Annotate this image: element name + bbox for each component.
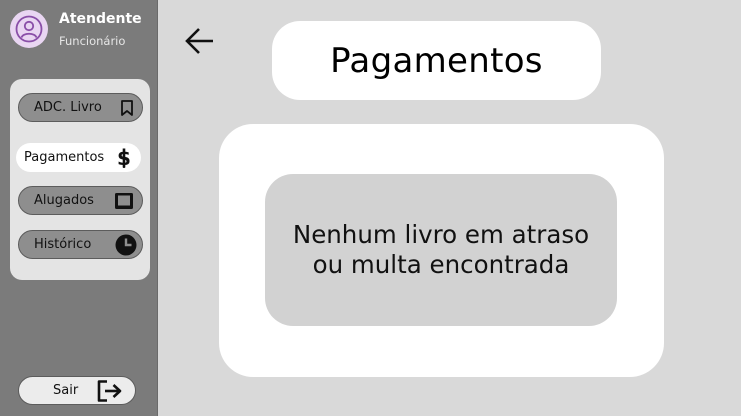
menu-item-label: Histórico — [34, 237, 92, 252]
menu-panel: ADC. Livro Pagamentos $ Alugados — [10, 79, 150, 280]
clock-icon — [114, 233, 138, 257]
logout-button[interactable]: Sair — [18, 376, 136, 405]
sidebar: Atendente Funcionário ADC. Livro Pagamen… — [0, 0, 158, 416]
menu-item-label: Alugados — [34, 193, 94, 208]
empty-state-line-1: Nenhum livro em atraso — [292, 220, 590, 249]
user-icon — [15, 15, 43, 43]
user-name: Atendente — [59, 11, 142, 27]
menu-item-label: Pagamentos — [24, 150, 105, 165]
app: Atendente Funcionário ADC. Livro Pagamen… — [0, 0, 741, 416]
back-button[interactable] — [184, 25, 216, 57]
menu-item-pagamentos[interactable]: Pagamentos $ — [16, 143, 141, 172]
menu-item-label: ADC. Livro — [34, 100, 102, 115]
page-title-container: Pagamentos — [272, 21, 601, 100]
menu-item-adc-livro[interactable]: ADC. Livro — [18, 93, 143, 122]
dollar-icon: $ — [113, 148, 135, 168]
user-role: Funcionário — [59, 34, 126, 48]
logout-label: Sair — [53, 383, 79, 398]
logout-icon — [96, 379, 124, 407]
empty-state-line-2: ou multa encontrada — [312, 250, 570, 279]
avatar — [10, 10, 48, 48]
menu-item-historico[interactable]: Histórico — [18, 230, 143, 259]
book-icon — [114, 192, 134, 210]
empty-state: Nenhum livro em atraso ou multa encontra… — [265, 174, 617, 326]
menu-item-alugados[interactable]: Alugados — [18, 186, 143, 215]
bookmark-icon — [120, 99, 134, 116]
page-title: Pagamentos — [330, 40, 543, 81]
content-card: Nenhum livro em atraso ou multa encontra… — [219, 124, 664, 377]
arrow-left-icon — [185, 28, 213, 54]
user-profile: Atendente Funcionário — [10, 10, 155, 50]
